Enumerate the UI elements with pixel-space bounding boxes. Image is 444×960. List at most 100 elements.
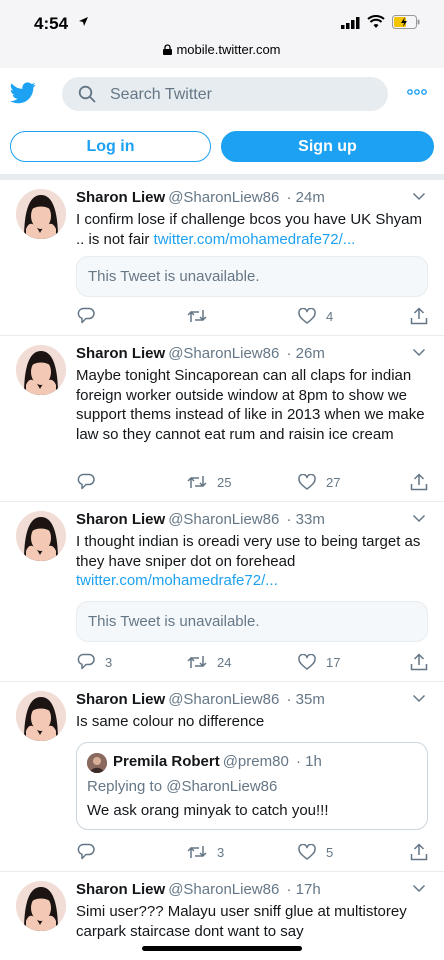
- tweet-link[interactable]: twitter.com/mohamedrafe72/...: [154, 231, 356, 248]
- quoted-time: · 1h: [295, 753, 322, 770]
- like-icon: [298, 308, 316, 324]
- author-name[interactable]: Sharon Liew: [76, 691, 165, 708]
- author-handle[interactable]: @SharonLiew86: [168, 881, 279, 898]
- like-icon: [298, 474, 316, 490]
- status-time: 4:54: [34, 14, 69, 33]
- quoted-replying-to: Replying to @SharonLiew86: [87, 778, 278, 795]
- like-button[interactable]: 17: [298, 650, 340, 674]
- reply-button[interactable]: 3: [77, 650, 112, 674]
- battery-icon: [392, 15, 420, 29]
- retweet-icon: [187, 310, 207, 322]
- tweet-header: Sharon Liew @SharonLiew86 · 24m: [76, 189, 325, 206]
- chevron-down-icon[interactable]: [412, 884, 426, 893]
- share-icon: [410, 307, 428, 325]
- tweet-time[interactable]: · 17h: [287, 881, 321, 898]
- reply-button[interactable]: [77, 304, 105, 328]
- chevron-down-icon[interactable]: [412, 514, 426, 523]
- tweet-body: I thought indian is oreadi very use to b…: [76, 533, 421, 570]
- retweet-button[interactable]: 24: [187, 650, 231, 674]
- signup-button[interactable]: Sign up: [221, 131, 434, 162]
- tweet-actions: 4: [0, 304, 444, 328]
- retweet-icon: [187, 476, 207, 488]
- lock-icon: [163, 44, 173, 55]
- tweet-header: Sharon Liew @SharonLiew86 · 35m: [76, 691, 325, 708]
- share-icon: [410, 653, 428, 671]
- author-name[interactable]: Sharon Liew: [76, 345, 165, 362]
- more-icon[interactable]: [407, 89, 427, 95]
- avatar[interactable]: [16, 189, 66, 239]
- twitter-bird-icon[interactable]: [10, 82, 36, 104]
- tweet-text: Is same colour no difference: [76, 713, 265, 730]
- retweet-button[interactable]: 3: [187, 840, 224, 864]
- avatar[interactable]: [16, 511, 66, 561]
- share-button[interactable]: [410, 650, 428, 674]
- tweet-text: Maybe tonight Sincaporean can all claps …: [76, 367, 425, 443]
- tweet-text: Simi user??? Malayu user sniff glue at m…: [76, 903, 407, 940]
- tweet-link[interactable]: twitter.com/mohamedrafe72/...: [76, 572, 278, 589]
- status-bar: 4:54 mobile.twitter.com: [0, 0, 444, 68]
- reply-icon: [77, 473, 95, 490]
- tweet-text: I thought indian is oreadi very use to b…: [76, 532, 426, 591]
- tweet[interactable]: Sharon Liew @SharonLiew86 · 33m I thought…: [0, 502, 444, 682]
- retweet-icon: [187, 846, 207, 858]
- author-handle[interactable]: @SharonLiew86: [168, 511, 279, 528]
- login-button[interactable]: Log in: [10, 131, 211, 162]
- tweet-time[interactable]: · 26m: [287, 345, 325, 362]
- tweet-header: Sharon Liew @SharonLiew86 · 17h: [76, 881, 321, 898]
- chevron-down-icon[interactable]: [412, 694, 426, 703]
- retweet-button[interactable]: 25: [187, 470, 231, 494]
- like-button[interactable]: 5: [298, 840, 333, 864]
- chevron-down-icon[interactable]: [412, 348, 426, 357]
- avatar[interactable]: [16, 345, 66, 395]
- reply-button[interactable]: [77, 840, 105, 864]
- tweet[interactable]: Sharon Liew @SharonLiew86 · 35m Is same c…: [0, 682, 444, 872]
- share-button[interactable]: [410, 304, 428, 328]
- wifi-icon: [367, 15, 385, 28]
- author-name[interactable]: Sharon Liew: [76, 511, 165, 528]
- url-text: mobile.twitter.com: [176, 42, 281, 57]
- author-handle[interactable]: @SharonLiew86: [168, 189, 279, 206]
- quoted-header: Premila Robert @prem80 · 1h: [113, 753, 322, 770]
- like-icon: [298, 844, 316, 860]
- tweet[interactable]: Sharon Liew @SharonLiew86 · 26m Maybe ton…: [0, 336, 444, 502]
- tweet-actions: 3 24 17: [0, 650, 444, 674]
- reply-icon: [77, 843, 95, 860]
- search-icon: [78, 85, 96, 103]
- chevron-down-icon[interactable]: [412, 192, 426, 201]
- author-handle[interactable]: @SharonLiew86: [168, 345, 279, 362]
- home-indicator: [142, 946, 302, 951]
- author-name[interactable]: Sharon Liew: [76, 881, 165, 898]
- unavailable-tweet-card: This Tweet is unavailable.: [76, 601, 428, 642]
- avatar[interactable]: [16, 881, 66, 931]
- search-placeholder: Search Twitter: [110, 86, 212, 103]
- quoted-text: We ask orang minyak to catch you!!!: [87, 802, 329, 819]
- like-icon: [298, 654, 316, 670]
- tweet-time[interactable]: · 33m: [287, 511, 325, 528]
- author-name[interactable]: Sharon Liew: [76, 189, 165, 206]
- reply-button[interactable]: [77, 470, 105, 494]
- quoted-author-handle: @prem80: [222, 753, 289, 770]
- retweet-button[interactable]: [187, 304, 217, 328]
- like-button[interactable]: 4: [298, 304, 333, 328]
- tweet-header: Sharon Liew @SharonLiew86 · 26m: [76, 345, 325, 362]
- quoted-author-name: Premila Robert: [113, 753, 220, 770]
- share-icon: [410, 843, 428, 861]
- share-icon: [410, 473, 428, 491]
- tweet[interactable]: Sharon Liew @SharonLiew86 · 24m I confirm…: [0, 180, 444, 336]
- tweet-time[interactable]: · 35m: [287, 691, 325, 708]
- share-button[interactable]: [410, 470, 428, 494]
- tweet-actions: 25 27: [0, 470, 444, 494]
- like-button[interactable]: 27: [298, 470, 340, 494]
- tweet-header: Sharon Liew @SharonLiew86 · 33m: [76, 511, 325, 528]
- tweet-time[interactable]: · 24m: [287, 189, 325, 206]
- search-input[interactable]: Search Twitter: [62, 77, 388, 111]
- signal-icon: [341, 17, 360, 29]
- quoted-avatar: [87, 753, 107, 773]
- author-handle[interactable]: @SharonLiew86: [168, 691, 279, 708]
- quoted-tweet[interactable]: Premila Robert @prem80 · 1h Replying to @…: [76, 742, 428, 830]
- location-arrow-icon: [79, 17, 88, 26]
- avatar[interactable]: [16, 691, 66, 741]
- retweet-icon: [187, 656, 207, 668]
- share-button[interactable]: [410, 840, 428, 864]
- url-bar[interactable]: mobile.twitter.com: [0, 42, 444, 57]
